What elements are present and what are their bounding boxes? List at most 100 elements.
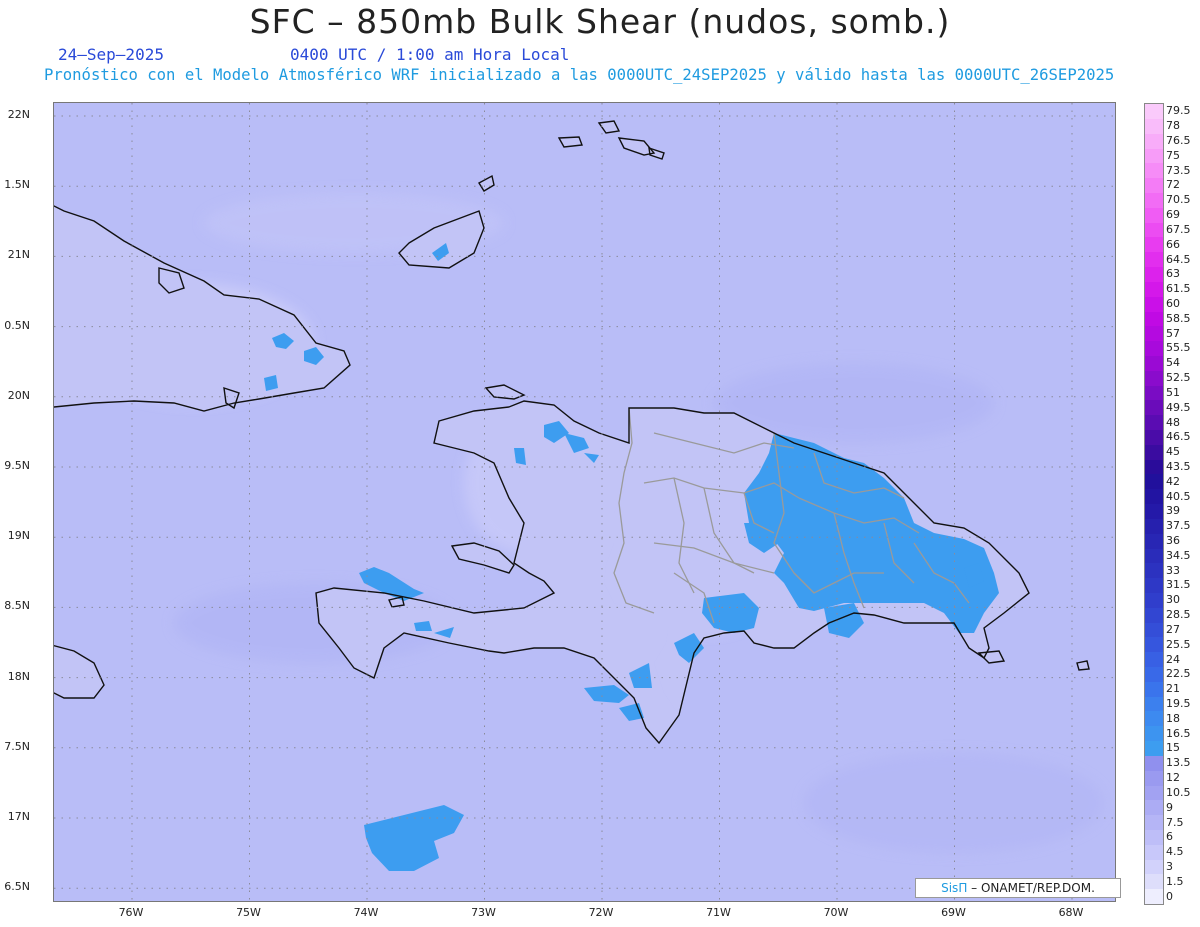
legend-swatch: [1145, 533, 1163, 549]
legend-level-label: 63: [1166, 267, 1180, 281]
legend-level-label: 66: [1166, 237, 1180, 251]
legend-level-label: 54: [1166, 356, 1180, 370]
legend-level-label: 33: [1166, 563, 1180, 577]
lon-label: 71W: [706, 906, 731, 919]
legend-level-label: 19.5: [1166, 697, 1191, 710]
legend-level-label: 21: [1166, 682, 1180, 696]
legend-swatch: [1145, 578, 1163, 593]
lon-label: 74W: [353, 906, 379, 919]
legend-swatch: [1145, 592, 1163, 608]
legend-swatch: [1145, 770, 1163, 786]
legend-swatch: [1145, 607, 1163, 623]
legend-level-label: 3: [1166, 859, 1173, 873]
legend-swatch: [1145, 726, 1163, 742]
legend-swatch: [1145, 104, 1163, 119]
legend-level-label: 76.5: [1166, 134, 1191, 148]
legend-level-label: 49.5: [1166, 400, 1191, 414]
legend-level-label: 36: [1166, 534, 1180, 548]
legend-swatch: [1145, 163, 1163, 179]
legend-level-label: 37.5: [1166, 519, 1191, 533]
legend-swatch: [1145, 178, 1163, 193]
map-canvas: [54, 103, 1115, 901]
lat-label: 18N: [7, 669, 30, 683]
legend-level-label: 6: [1166, 830, 1173, 844]
legend-level-label: 10.5: [1166, 785, 1191, 799]
credit-org: – ONAMET/REP.DOM.: [971, 881, 1095, 895]
legend-swatch: [1145, 785, 1163, 801]
legend-swatch: [1145, 252, 1163, 268]
legend-level-label: 64.5: [1166, 252, 1191, 266]
lon-label: 70W: [823, 906, 849, 919]
forecast-time: 0400 UTC / 1:00 am Hora Local: [290, 45, 570, 64]
legend-level-label: 24: [1166, 652, 1180, 666]
lon-label: 69W: [941, 906, 966, 919]
legend-swatch: [1145, 504, 1163, 519]
legend-swatch: [1145, 326, 1163, 342]
lat-label: 20N: [7, 388, 30, 402]
legend-swatch: [1145, 681, 1163, 697]
legend-level-label: 27: [1166, 622, 1180, 636]
legend-level-label: 43.5: [1166, 459, 1191, 473]
map-title: SFC – 850mb Bulk Shear (nudos, somb.): [249, 2, 951, 41]
legend-swatch: [1145, 459, 1163, 475]
legend-swatch: [1145, 133, 1163, 149]
legend-level-label: 55.5: [1166, 341, 1191, 355]
legend-swatch: [1145, 118, 1163, 134]
legend-level-label: 31.5: [1166, 578, 1191, 592]
legend-swatch: [1145, 237, 1163, 253]
legend-level-label: 73.5: [1166, 163, 1191, 177]
legend-level-label: 39: [1166, 504, 1180, 518]
legend-level-label: 25.5: [1166, 637, 1191, 651]
legend-swatch: [1145, 385, 1163, 401]
lat-label: 6.5N: [4, 880, 30, 894]
legend-level-label: 7.5: [1166, 815, 1184, 829]
legend-level-label: 0: [1166, 889, 1173, 903]
lat-label: 7.5N: [4, 739, 30, 753]
legend-swatch: [1145, 563, 1163, 579]
legend-level-label: 61.5: [1166, 282, 1191, 296]
legend-swatch: [1145, 859, 1163, 875]
legend-level-label: 48: [1166, 415, 1180, 429]
legend-level-label: 46.5: [1166, 430, 1191, 444]
map-area: [53, 102, 1116, 902]
legend-swatch: [1145, 844, 1163, 860]
legend-swatch: [1145, 874, 1163, 890]
legend-swatch: [1145, 622, 1163, 638]
legend-swatch: [1145, 355, 1163, 371]
model-subtitle: Pronóstico con el Modelo Atmosférico WRF…: [44, 66, 1115, 84]
legend-swatch: [1145, 415, 1163, 430]
legend-swatch: [1145, 193, 1163, 208]
legend-swatch: [1145, 281, 1163, 297]
legend-swatch: [1145, 652, 1163, 667]
legend-level-label: 13.5: [1166, 756, 1191, 770]
legend-level-label: 75: [1166, 148, 1180, 162]
lat-label: 1.5N: [4, 178, 30, 192]
legend-swatch: [1145, 518, 1163, 534]
legend-swatch: [1145, 207, 1163, 223]
legend-level-label: 4.5: [1166, 845, 1184, 859]
legend-swatch: [1145, 711, 1163, 727]
lat-label: 8.5N: [4, 599, 30, 613]
lat-label: 19N: [7, 529, 30, 543]
legend-swatch: [1145, 474, 1163, 490]
credit-brand: SisΠ: [941, 881, 968, 895]
legend-level-label: 45: [1166, 445, 1180, 459]
lon-label: 68W: [1058, 906, 1084, 919]
legend-swatch: [1145, 311, 1163, 327]
legend-level-label: 52.5: [1166, 371, 1191, 385]
legend-level-label: 30: [1166, 593, 1180, 607]
legend-level-label: 12: [1166, 771, 1180, 785]
legend-swatch: [1145, 148, 1163, 164]
legend-level-label: 22.5: [1166, 667, 1191, 681]
lon-label: 75W: [236, 906, 261, 919]
legend-swatch: [1145, 755, 1163, 771]
legend-level-label: 70.5: [1166, 193, 1191, 207]
lon-label: 73W: [471, 906, 496, 919]
legend-level-label: 15: [1166, 741, 1180, 755]
lon-label: 72W: [588, 906, 614, 919]
legend-labels: 0 1.5 3 4.5 6 7.5 9 10.5 12 13.5 15 16.5 18 19.5 21 22.…: [1166, 103, 1200, 903]
lat-label: 22N: [7, 108, 30, 121]
legend-level-label: 40.5: [1166, 489, 1191, 503]
legend-swatch: [1145, 400, 1163, 416]
legend-swatch: [1145, 637, 1163, 653]
